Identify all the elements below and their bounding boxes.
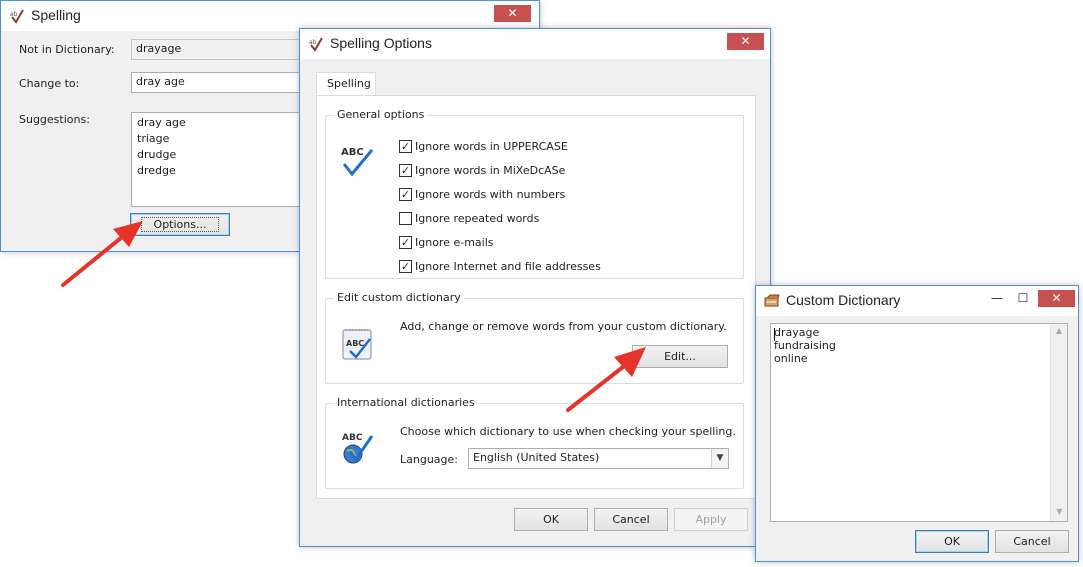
maximize-icon[interactable]: ☐ bbox=[1010, 290, 1036, 307]
language-select[interactable]: English (United States) ▼ bbox=[468, 448, 729, 469]
dictionary-edit-icon: ABC bbox=[342, 327, 374, 364]
spelling-options-title: Spelling Options bbox=[330, 35, 432, 51]
close-icon[interactable]: ✕ bbox=[727, 33, 764, 50]
custom-dictionary-group: Edit custom dictionary ABC Add, change o… bbox=[325, 291, 744, 384]
spelling-options-titlebar: ab Spelling Options ✕ bbox=[300, 29, 770, 59]
international-dictionaries-text: Choose which dictionary to use when chec… bbox=[400, 425, 736, 438]
checkbox-label: Ignore words in MiXeDcASe bbox=[415, 164, 566, 177]
suggestion-item[interactable]: dray age bbox=[137, 115, 305, 131]
spelling-app-icon: ab bbox=[9, 8, 25, 24]
language-value: English (United States) bbox=[473, 451, 600, 464]
edit-button[interactable]: Edit... bbox=[632, 345, 728, 368]
cancel-button[interactable]: Cancel bbox=[594, 508, 668, 531]
checkbox-label: Ignore repeated words bbox=[415, 212, 540, 225]
checkbox-ignore-emails[interactable]: ✓ bbox=[399, 236, 412, 249]
checkbox-label: Ignore words in UPPERCASE bbox=[415, 140, 568, 153]
svg-text:ABC: ABC bbox=[342, 433, 363, 443]
checkbox-ignore-repeated[interactable] bbox=[399, 212, 412, 225]
checkbox-ignore-mixedcase[interactable]: ✓ bbox=[399, 164, 412, 177]
minimize-icon[interactable]: — bbox=[984, 290, 1010, 307]
suggestions-list[interactable]: dray age triage drudge dredge bbox=[131, 112, 311, 207]
abc-check-icon: ABC bbox=[340, 144, 376, 181]
change-to-field[interactable]: dray age bbox=[131, 72, 311, 93]
checkbox-ignore-numbers[interactable]: ✓ bbox=[399, 188, 412, 201]
close-icon[interactable]: ✕ bbox=[494, 5, 531, 22]
ok-button[interactable]: OK bbox=[514, 508, 588, 531]
custom-dictionary-title: Custom Dictionary bbox=[786, 292, 901, 308]
custom-dictionary-text: Add, change or remove words from your cu… bbox=[400, 320, 727, 333]
language-label: Language: bbox=[400, 453, 458, 466]
dictionary-word: online bbox=[774, 352, 808, 365]
options-button[interactable]: Options... bbox=[130, 213, 230, 236]
svg-text:ABC: ABC bbox=[346, 339, 364, 348]
globe-abc-icon: ABC bbox=[340, 430, 376, 469]
apply-button[interactable]: Apply bbox=[674, 508, 748, 531]
text-caret bbox=[774, 328, 775, 341]
close-icon[interactable]: ✕ bbox=[1038, 290, 1075, 307]
checkbox-ignore-uppercase[interactable]: ✓ bbox=[399, 140, 412, 153]
general-options-title: General options bbox=[334, 108, 428, 121]
ok-button[interactable]: OK bbox=[915, 530, 989, 553]
spelling-title: Spelling bbox=[31, 7, 81, 23]
svg-text:ab: ab bbox=[309, 39, 317, 46]
spelling-options-app-icon: ab bbox=[308, 36, 324, 52]
scroll-down-icon[interactable]: ▼ bbox=[1051, 505, 1067, 521]
general-options-group: General options ABC ✓ Ignore words in UP… bbox=[325, 108, 744, 279]
svg-text:ab: ab bbox=[10, 11, 18, 18]
checkbox-label: Ignore e-mails bbox=[415, 236, 494, 249]
international-dictionaries-group: International dictionaries ABC Choose wh… bbox=[325, 396, 744, 489]
suggestion-item[interactable]: dredge bbox=[137, 163, 305, 179]
book-icon bbox=[764, 293, 780, 309]
change-to-label: Change to: bbox=[19, 77, 80, 90]
dictionary-word: drayage bbox=[774, 326, 820, 339]
cancel-button[interactable]: Cancel bbox=[995, 530, 1069, 553]
checkbox-label: Ignore Internet and file addresses bbox=[415, 260, 601, 273]
custom-dictionary-titlebar: Custom Dictionary — ☐ ✕ bbox=[756, 286, 1078, 316]
custom-dictionary-title: Edit custom dictionary bbox=[334, 291, 464, 304]
suggestion-item[interactable]: triage bbox=[137, 131, 305, 147]
spelling-tab-panel: General options ABC ✓ Ignore words in UP… bbox=[316, 95, 756, 499]
checkbox-label: Ignore words with numbers bbox=[415, 188, 566, 201]
checkbox-ignore-internet[interactable]: ✓ bbox=[399, 260, 412, 273]
svg-text:ABC: ABC bbox=[341, 147, 364, 158]
spelling-options-window: ab Spelling Options ✕ Spelling General o… bbox=[299, 28, 771, 547]
spelling-titlebar: ab Spelling ✕ bbox=[1, 1, 539, 31]
custom-words-textarea[interactable]: drayage fundraising online ▲ ▼ bbox=[770, 323, 1068, 522]
chevron-down-icon[interactable]: ▼ bbox=[711, 449, 728, 468]
international-dictionaries-title: International dictionaries bbox=[334, 396, 478, 409]
custom-dictionary-window: Custom Dictionary — ☐ ✕ drayage fundrais… bbox=[755, 285, 1079, 562]
not-in-dictionary-label: Not in Dictionary: bbox=[19, 43, 115, 56]
scroll-up-icon[interactable]: ▲ bbox=[1051, 324, 1067, 340]
vertical-scrollbar[interactable]: ▲ ▼ bbox=[1050, 324, 1067, 521]
suggestions-label: Suggestions: bbox=[19, 113, 90, 126]
not-in-dictionary-field[interactable]: drayage bbox=[131, 39, 311, 60]
tab-spelling[interactable]: Spelling bbox=[316, 72, 376, 96]
suggestion-item[interactable]: drudge bbox=[137, 147, 305, 163]
dictionary-word: fundraising bbox=[774, 339, 836, 352]
